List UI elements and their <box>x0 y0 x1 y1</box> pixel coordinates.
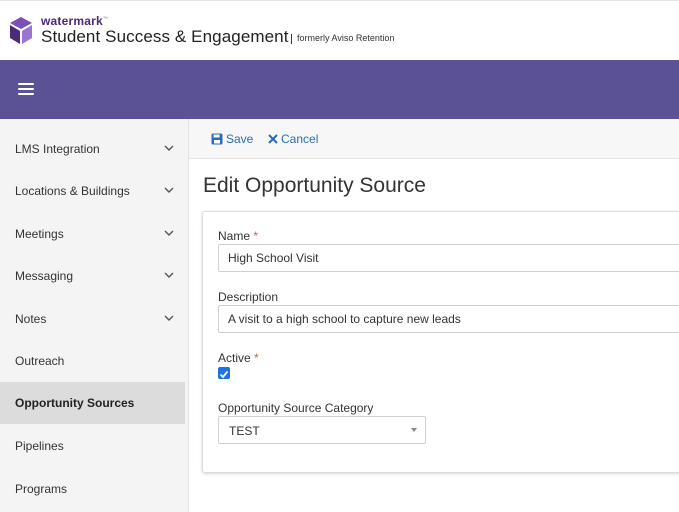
checkmark-icon <box>219 370 229 379</box>
chevron-down-icon <box>164 145 174 151</box>
brand-name: watermark™ <box>41 14 109 28</box>
sidebar-item-meetings[interactable]: Meetings <box>0 213 185 255</box>
category-selected-value: TEST <box>229 424 260 438</box>
cancel-button[interactable]: Cancel <box>268 132 318 146</box>
name-field[interactable]: High School Visit <box>218 244 679 272</box>
formerly-text: formerly Aviso Retention <box>297 33 395 43</box>
sidebar-item-programs[interactable]: Programs <box>0 468 185 510</box>
sidebar-item-label: Meetings <box>15 227 64 241</box>
sidebar-item-opportunity-sources[interactable]: Opportunity Sources <box>0 382 185 424</box>
save-label: Save <box>226 132 254 146</box>
brand-divider <box>291 34 292 44</box>
sidebar-item-outreach[interactable]: Outreach <box>0 340 185 382</box>
sidebar-item-label: Opportunity Sources <box>15 396 135 410</box>
sidebar-item-pipelines[interactable]: Pipelines <box>0 425 185 467</box>
chevron-down-icon <box>164 315 174 321</box>
edit-form-card: Name * High School Visit Description A v… <box>202 211 679 473</box>
active-checkbox[interactable] <box>218 367 230 379</box>
sidebar-item-label: Outreach <box>15 354 65 368</box>
sidebar-item-label: Pipelines <box>15 439 64 453</box>
close-icon <box>268 134 278 144</box>
chevron-down-icon <box>164 187 174 193</box>
required-marker: * <box>253 229 259 243</box>
cancel-label: Cancel <box>281 132 319 146</box>
description-field[interactable]: A visit to a high school to capture new … <box>218 305 679 333</box>
sidebar-item-label: Programs <box>15 482 68 496</box>
chevron-down-icon <box>164 272 174 278</box>
chevron-down-icon <box>164 230 174 236</box>
toolbar: Save Cancel <box>189 119 679 159</box>
category-label: Opportunity Source Category <box>218 401 374 415</box>
dropdown-caret-icon <box>411 428 417 432</box>
sidebar-item-lms-integration[interactable]: LMS Integration <box>0 128 185 170</box>
sidebar-item-label: Notes <box>15 312 47 326</box>
name-label: Name * <box>218 229 259 243</box>
sidebar-item-locations-buildings[interactable]: Locations & Buildings <box>0 170 185 212</box>
product-title: Student Success & Engagement <box>41 27 289 46</box>
category-select[interactable]: TEST <box>218 416 426 444</box>
brand-header: watermark™ Student Success & Engagement … <box>0 0 679 60</box>
description-label: Description <box>218 290 279 304</box>
save-icon <box>211 133 223 145</box>
main-content: Save Cancel Edit Opportunity Source Name… <box>189 119 679 512</box>
sidebar-item-label: Messaging <box>15 269 74 283</box>
sidebar-item-label: LMS Integration <box>15 142 100 156</box>
sidebar: LMS Integration Locations & Buildings Me… <box>0 119 189 512</box>
required-marker: * <box>254 351 259 365</box>
sidebar-item-label: Locations & Buildings <box>15 184 130 198</box>
sidebar-item-messaging[interactable]: Messaging <box>0 255 185 297</box>
save-button[interactable]: Save <box>211 132 253 146</box>
watermark-logo-icon <box>10 17 32 44</box>
nav-bar <box>0 60 679 119</box>
active-label: Active * <box>218 351 259 365</box>
sidebar-item-notes[interactable]: Notes <box>0 298 185 340</box>
page-title: Edit Opportunity Source <box>203 174 426 197</box>
hamburger-menu-icon[interactable] <box>18 83 34 97</box>
